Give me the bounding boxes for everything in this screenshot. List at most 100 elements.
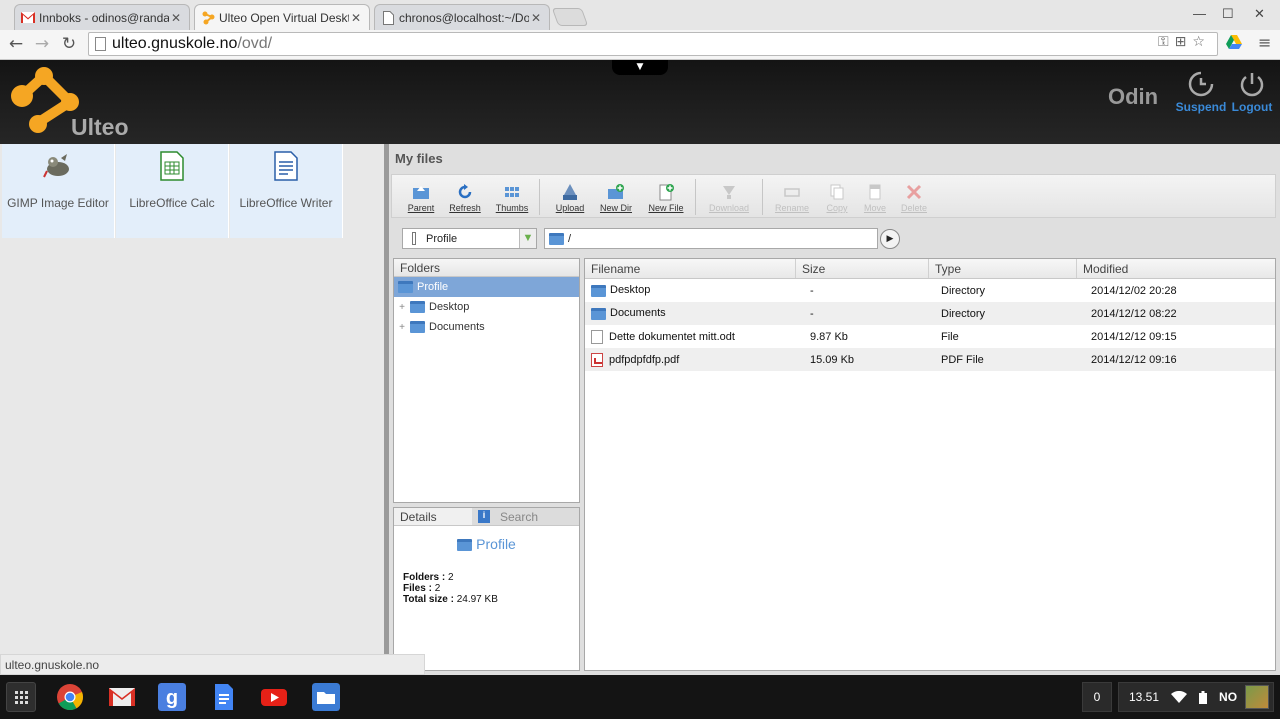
notification-count[interactable]: 0 — [1082, 682, 1112, 712]
delete-icon — [906, 184, 922, 200]
close-icon[interactable]: ✕ — [169, 11, 183, 25]
table-row[interactable]: Dette dokumentet mitt.odt 9.87 Kb File 2… — [585, 325, 1275, 348]
reload-button[interactable]: ↻ — [58, 33, 80, 55]
source-select[interactable]: Profile ▼ — [402, 228, 537, 249]
omnibox-icons: ⚿ ⊞ ☆ — [1158, 34, 1205, 50]
minimize-icon[interactable]: — — [1193, 6, 1206, 21]
user-name: Odin — [1108, 84, 1159, 109]
usb-icon — [412, 232, 416, 245]
power-icon — [1240, 73, 1264, 97]
details-tabs: Details i Search — [394, 508, 579, 526]
gmail-icon — [21, 11, 35, 25]
tab-details[interactable]: Details — [394, 508, 472, 525]
thumbs-button[interactable]: Thumbs — [492, 183, 532, 213]
expand-icon[interactable]: + — [394, 302, 410, 313]
app-gimp[interactable]: GIMP Image Editor — [2, 144, 115, 238]
drive-icon[interactable] — [1226, 34, 1242, 50]
column-filename[interactable]: Filename — [585, 259, 796, 278]
folders-panel: Folders Profile + Desktop + Documents — [393, 258, 580, 503]
toolbar-separator — [539, 179, 540, 215]
translate-icon[interactable]: ⊞ — [1175, 34, 1187, 50]
forward-button[interactable]: → — [31, 33, 53, 55]
app-launcher-button[interactable] — [6, 682, 36, 712]
folder-icon — [398, 281, 413, 293]
tab-gmail[interactable]: Innboks - odinos@randal ✕ — [14, 4, 190, 30]
refresh-icon — [458, 184, 472, 199]
rename-button[interactable]: Rename — [772, 183, 812, 213]
chrome-icon[interactable] — [56, 683, 84, 711]
folder-icon — [591, 307, 606, 320]
system-tray[interactable]: 13.51 NO — [1118, 682, 1274, 712]
column-size[interactable]: Size — [796, 259, 929, 278]
info-icon: i — [478, 510, 490, 523]
pdf-icon — [591, 352, 603, 367]
browser-toolbar: ← → ↻ ulteo.gnuskole.no/ovd/ — [0, 30, 1280, 60]
go-button[interactable]: ▶ — [880, 229, 900, 249]
close-icon[interactable]: ✕ — [529, 11, 543, 25]
close-window-icon[interactable]: ✕ — [1254, 6, 1265, 22]
parent-button[interactable]: Parent — [401, 183, 441, 213]
writer-icon — [270, 150, 302, 182]
tab-search[interactable]: i Search — [472, 508, 579, 525]
tree-item-documents[interactable]: + Documents — [394, 317, 579, 337]
toggle-header-button[interactable]: ▼ — [612, 60, 668, 75]
folder-icon — [549, 232, 564, 245]
file-toolbar: Parent Refresh Thumbs Upload New Dir New… — [391, 174, 1276, 218]
path-input[interactable]: / — [544, 228, 878, 249]
details-panel: Details i Search Profile Folders : 2 Fil… — [393, 507, 580, 671]
new-file-button[interactable]: New File — [645, 183, 687, 213]
move-button[interactable]: Move — [855, 183, 895, 213]
gimp-icon — [42, 150, 74, 182]
gmail-icon[interactable] — [108, 683, 136, 711]
new-dir-button[interactable]: New Dir — [596, 183, 636, 213]
delete-button[interactable]: Delete — [894, 183, 934, 213]
screen: { "browser": { "tabs": [ {"title": "Innb… — [0, 0, 1280, 719]
download-button[interactable]: Download — [706, 183, 752, 213]
document-icon — [591, 329, 603, 344]
page-icon — [381, 10, 395, 25]
toolbar-separator — [695, 179, 696, 215]
expand-icon[interactable]: + — [394, 322, 410, 333]
refresh-button[interactable]: Refresh — [445, 183, 485, 213]
copy-button[interactable]: Copy — [817, 183, 857, 213]
docs-icon[interactable] — [210, 683, 238, 711]
back-button[interactable]: ← — [5, 33, 27, 55]
close-icon[interactable]: ✕ — [349, 11, 363, 25]
svg-text:g: g — [166, 687, 178, 709]
calc-icon — [156, 150, 188, 182]
upload-button[interactable]: Upload — [550, 183, 590, 213]
tab-chronos[interactable]: chronos@localhost:~/Do ✕ — [374, 4, 550, 30]
new-file-icon — [659, 184, 674, 201]
tree-item-desktop[interactable]: + Desktop — [394, 297, 579, 317]
column-modified[interactable]: Modified — [1077, 259, 1275, 278]
folder-icon — [410, 321, 425, 333]
battery-icon — [1199, 690, 1208, 704]
thumbs-icon — [505, 187, 519, 197]
logout-button[interactable]: Logout — [1224, 70, 1280, 114]
tab-ulteo[interactable]: Ulteo Open Virtual Deskt ✕ — [194, 4, 370, 31]
maximize-icon[interactable]: ☐ — [1222, 6, 1234, 22]
table-row[interactable]: Desktop - Directory 2014/12/02 20:28 — [585, 279, 1275, 302]
chevron-down-icon[interactable]: ▼ — [519, 229, 536, 248]
tree-item-profile[interactable]: Profile — [394, 277, 579, 297]
menu-icon[interactable]: ≡ — [1258, 33, 1271, 52]
files-icon[interactable] — [312, 683, 340, 711]
google-search-icon[interactable]: g — [158, 683, 186, 711]
app-libreoffice-calc[interactable]: LibreOffice Calc — [116, 144, 229, 238]
app-libreoffice-writer[interactable]: LibreOffice Writer — [230, 144, 343, 238]
folder-icon — [457, 539, 473, 552]
star-icon[interactable]: ☆ — [1192, 34, 1205, 50]
file-manager: My files Parent Refresh Thumbs Upload Ne… — [389, 144, 1280, 675]
key-icon[interactable]: ⚿ — [1158, 34, 1169, 50]
upload-icon — [563, 184, 577, 200]
new-tab-button[interactable] — [551, 8, 589, 26]
table-row[interactable]: pdfpdpfdfp.pdf 15.09 Kb PDF File 2014/12… — [585, 348, 1275, 371]
rename-icon — [784, 188, 800, 197]
table-row[interactable]: Documents - Directory 2014/12/12 08:22 — [585, 302, 1275, 325]
suspend-button[interactable]: Suspend — [1173, 70, 1229, 114]
address-bar[interactable]: ulteo.gnuskole.no/ovd/ — [88, 32, 1218, 56]
column-type[interactable]: Type — [929, 259, 1077, 278]
logo-text: Ulteo — [71, 114, 129, 140]
youtube-icon[interactable] — [260, 683, 288, 711]
details-stats: Folders : 2 Files : 2 Total size : 24.97… — [403, 572, 498, 605]
